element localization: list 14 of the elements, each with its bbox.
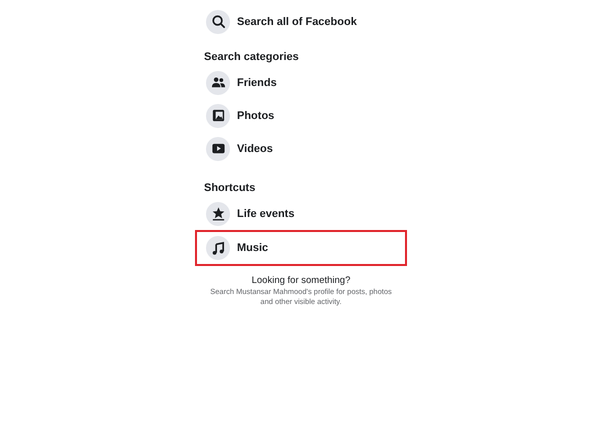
menu-item[interactable]: Search all of Facebook [237, 16, 357, 28]
menu-item[interactable]: Music [237, 242, 268, 254]
photo-icon [206, 104, 230, 128]
menu-item[interactable]: Photos [237, 110, 274, 122]
section-heading: Search categories [203, 50, 300, 65]
people-icon [206, 70, 230, 94]
footer-title: Looking for something? [250, 275, 352, 287]
menu-item[interactable]: Friends [237, 76, 277, 88]
menu-item[interactable]: Videos [237, 142, 273, 154]
video-icon [206, 136, 230, 160]
menu-item[interactable]: Life events [237, 208, 294, 220]
music-note-icon [206, 236, 230, 260]
search-icon [206, 10, 230, 34]
section-heading: Shortcuts [203, 181, 256, 196]
